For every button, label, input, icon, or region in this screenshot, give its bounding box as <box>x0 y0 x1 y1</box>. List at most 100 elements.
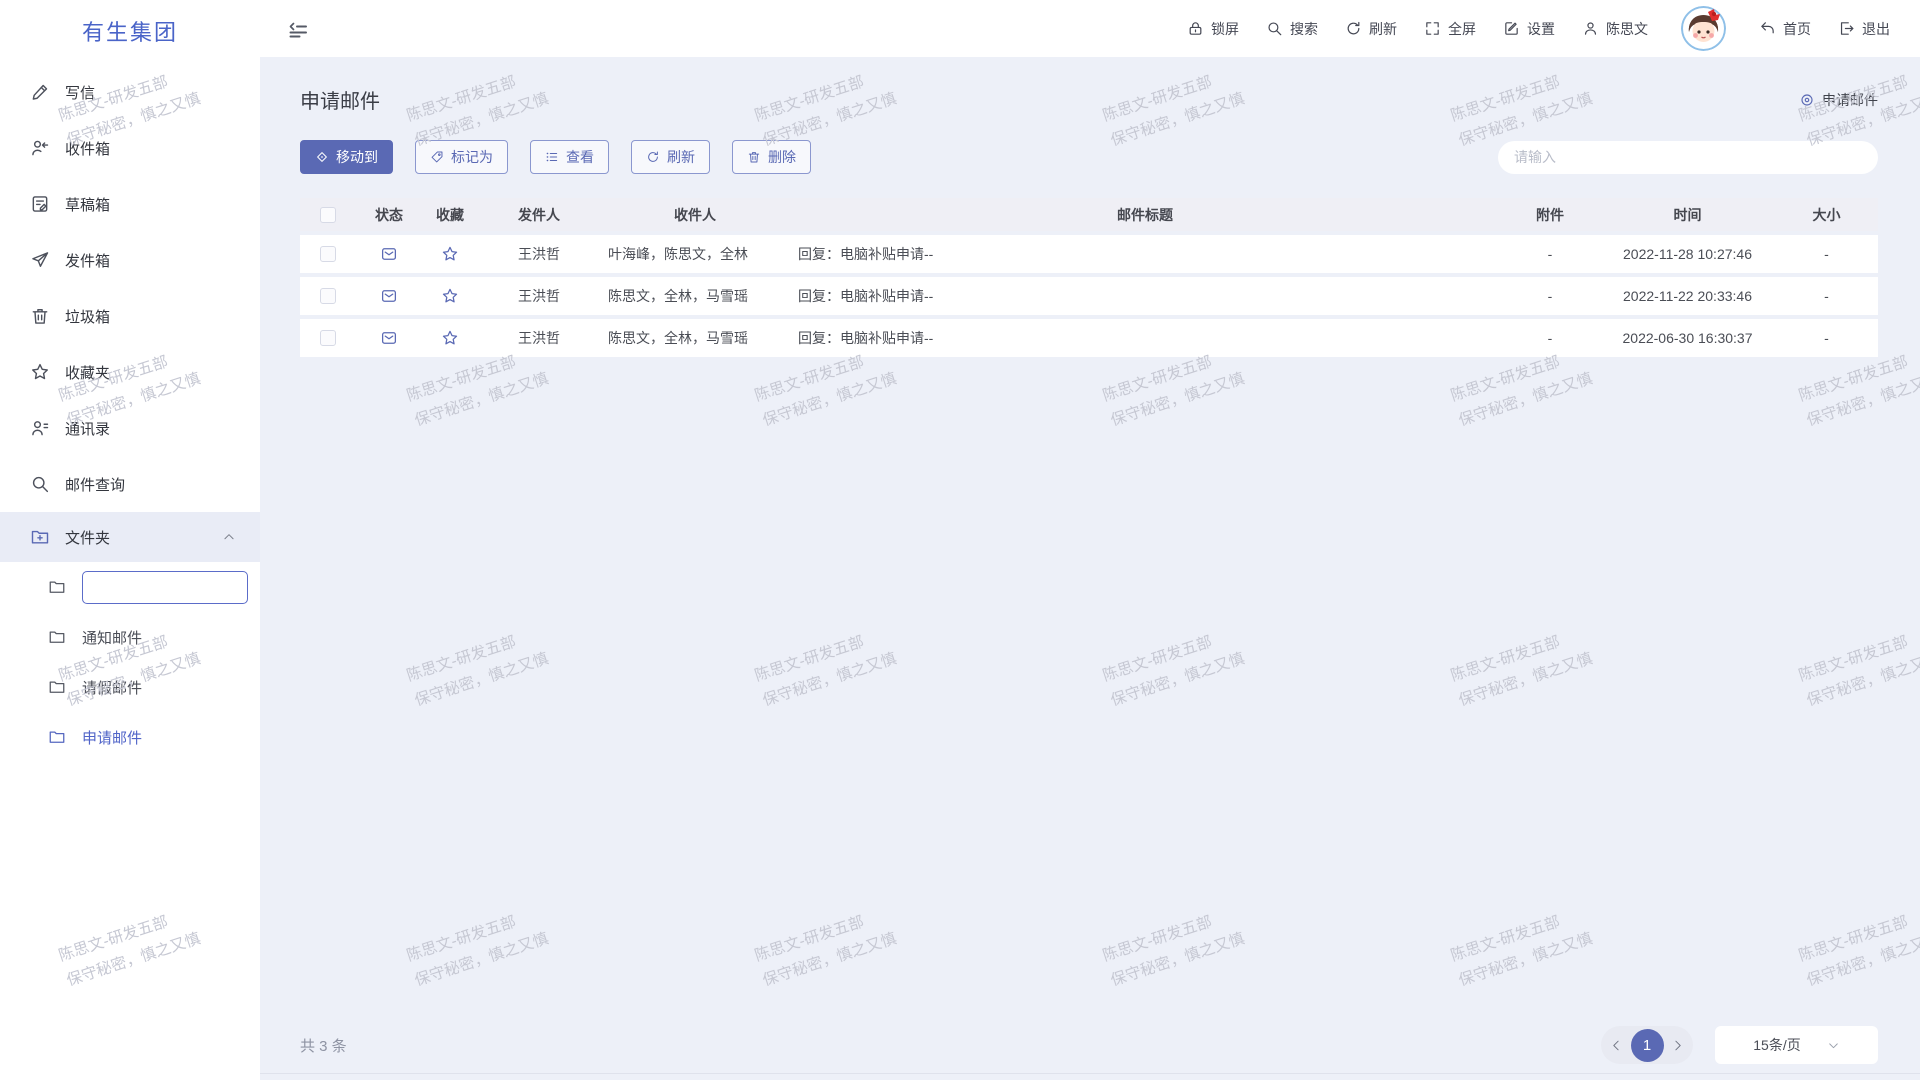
folder-label: 请假邮件 <box>82 677 142 698</box>
sidebar-folder-leave[interactable]: 请假邮件 <box>0 662 260 712</box>
sidebar-item-sent[interactable]: 发件箱 <box>0 232 260 288</box>
col-status[interactable]: 状态 <box>356 205 422 225</box>
sidebar-item-contacts[interactable]: 通讯录 <box>0 400 260 456</box>
cell-recipients: 叶海峰，陈思文，全林 <box>600 244 790 264</box>
col-size[interactable]: 大小 <box>1775 205 1878 225</box>
star-icon[interactable] <box>441 329 459 347</box>
sidebar-folder-apply[interactable]: 申请邮件 <box>0 712 260 762</box>
list-icon <box>545 150 559 164</box>
folder-icon <box>48 728 66 746</box>
sidebar-item-label: 垃圾箱 <box>65 306 110 327</box>
cell-subject[interactable]: 回复：电脑补贴申请-- <box>790 286 1500 306</box>
col-favorite[interactable]: 收藏 <box>422 205 478 225</box>
page-number[interactable]: 1 <box>1631 1029 1664 1062</box>
settings-button[interactable]: 设置 <box>1503 19 1555 39</box>
row-checkbox[interactable] <box>320 288 336 304</box>
mail-status-icon <box>380 329 398 347</box>
footer: 共 3 条 1 15条/页 <box>300 1024 1878 1066</box>
sidebar-item-label: 草稿箱 <box>65 194 110 215</box>
mail-row[interactable]: 王洪哲 陈思文，全林，马雪瑶 回复：电脑补贴申请-- - 2022-06-30 … <box>300 319 1878 357</box>
new-folder-input[interactable] <box>82 571 248 604</box>
mail-table: 状态 收藏 发件人 收件人 邮件标题 附件 时间 大小 王洪哲 叶海峰，陈思文，… <box>300 198 1878 357</box>
col-attachment[interactable]: 附件 <box>1500 205 1600 225</box>
refresh-list-button[interactable]: 刷新 <box>631 140 710 174</box>
lock-screen-button[interactable]: 锁屏 <box>1187 19 1239 39</box>
home-label: 首页 <box>1783 19 1811 39</box>
sidebar-item-trash[interactable]: 垃圾箱 <box>0 288 260 344</box>
col-subject[interactable]: 邮件标题 <box>790 205 1500 225</box>
mark-as-label: 标记为 <box>451 147 493 167</box>
star-icon[interactable] <box>441 287 459 305</box>
logout-button[interactable]: 退出 <box>1838 19 1890 39</box>
page-size-select[interactable]: 15条/页 <box>1715 1026 1878 1064</box>
cell-sender: 王洪哲 <box>478 328 600 348</box>
logout-label: 退出 <box>1862 19 1890 39</box>
view-button[interactable]: 查看 <box>530 140 609 174</box>
cell-sender: 王洪哲 <box>478 286 600 306</box>
sidebar-item-compose[interactable]: 写信 <box>0 64 260 120</box>
star-icon[interactable] <box>441 245 459 263</box>
page-title: 申请邮件 <box>300 85 380 114</box>
cell-recipients: 陈思文，全林，马雪瑶 <box>600 328 790 348</box>
user-menu[interactable]: 陈思文 <box>1582 19 1648 39</box>
cell-time: 2022-11-28 10:27:46 <box>1600 246 1775 262</box>
cell-attachment: - <box>1500 330 1600 346</box>
chevron-down-icon <box>1827 1039 1840 1052</box>
user-arrow-icon <box>30 138 50 158</box>
sidebar-item-label: 写信 <box>65 82 95 103</box>
table-search-input[interactable] <box>1514 149 1862 165</box>
cell-subject[interactable]: 回复：电脑补贴申请-- <box>790 328 1500 348</box>
sidebar-item-label: 邮件查询 <box>65 474 125 495</box>
home-button[interactable]: 首页 <box>1759 19 1811 39</box>
paper-plane-icon <box>30 250 50 270</box>
refresh-list-label: 刷新 <box>667 147 695 167</box>
sidebar-item-favorites[interactable]: 收藏夹 <box>0 344 260 400</box>
fullscreen-label: 全屏 <box>1448 19 1476 39</box>
delete-button[interactable]: 删除 <box>732 140 811 174</box>
sidebar-item-drafts[interactable]: 草稿箱 <box>0 176 260 232</box>
cell-time: 2022-06-30 16:30:37 <box>1600 330 1775 346</box>
search-label: 搜索 <box>1290 19 1318 39</box>
breadcrumb[interactable]: 申请邮件 <box>1799 90 1878 110</box>
fullscreen-button[interactable]: 全屏 <box>1424 19 1476 39</box>
folder-plus-icon <box>30 527 50 547</box>
table-header-row: 状态 收藏 发件人 收件人 邮件标题 附件 时间 大小 <box>300 198 1878 231</box>
sidebar-item-label: 收藏夹 <box>65 362 110 383</box>
move-to-button[interactable]: 移动到 <box>300 140 393 174</box>
chevron-left-icon[interactable] <box>1610 1039 1623 1052</box>
col-recipients[interactable]: 收件人 <box>600 205 790 225</box>
cell-size: - <box>1775 246 1878 262</box>
row-checkbox[interactable] <box>320 246 336 262</box>
mail-row[interactable]: 王洪哲 叶海峰，陈思文，全林 回复：电脑补贴申请-- - 2022-11-28 … <box>300 235 1878 273</box>
folder-label: 申请邮件 <box>82 727 142 748</box>
sidebar-item-label: 收件箱 <box>65 138 110 159</box>
chevron-up-icon[interactable] <box>222 530 236 544</box>
contacts-icon <box>30 418 50 438</box>
refresh-icon <box>1345 20 1362 37</box>
new-folder-row <box>0 562 260 612</box>
main-content: 申请邮件 申请邮件 移动到 标记为 查看 刷新 删除 <box>260 57 1920 1080</box>
chevron-right-icon[interactable] <box>1671 1039 1684 1052</box>
menu-fold-icon[interactable] <box>286 17 310 41</box>
col-sender[interactable]: 发件人 <box>478 205 600 225</box>
select-all-checkbox[interactable] <box>320 207 336 223</box>
sidebar-item-inbox[interactable]: 收件箱 <box>0 120 260 176</box>
mail-row[interactable]: 王洪哲 陈思文，全林，马雪瑶 回复：电脑补贴申请-- - 2022-11-22 … <box>300 277 1878 315</box>
mail-status-icon <box>380 245 398 263</box>
sidebar-item-label: 通讯录 <box>65 418 110 439</box>
sidebar-folder-notice[interactable]: 通知邮件 <box>0 612 260 662</box>
folder-icon <box>48 628 66 646</box>
avatar[interactable] <box>1681 6 1726 51</box>
row-checkbox[interactable] <box>320 330 336 346</box>
cell-subject[interactable]: 回复：电脑补贴申请-- <box>790 244 1500 264</box>
col-time[interactable]: 时间 <box>1600 205 1775 225</box>
pencil-icon <box>30 82 50 102</box>
cell-attachment: - <box>1500 246 1600 262</box>
mark-as-button[interactable]: 标记为 <box>415 140 508 174</box>
sidebar-item-mail-query[interactable]: 邮件查询 <box>0 456 260 512</box>
sidebar-item-folders[interactable]: 文件夹 <box>0 512 260 562</box>
refresh-button[interactable]: 刷新 <box>1345 19 1397 39</box>
folder-icon <box>48 678 66 696</box>
pager-pill: 1 <box>1601 1026 1693 1064</box>
search-button[interactable]: 搜索 <box>1266 19 1318 39</box>
